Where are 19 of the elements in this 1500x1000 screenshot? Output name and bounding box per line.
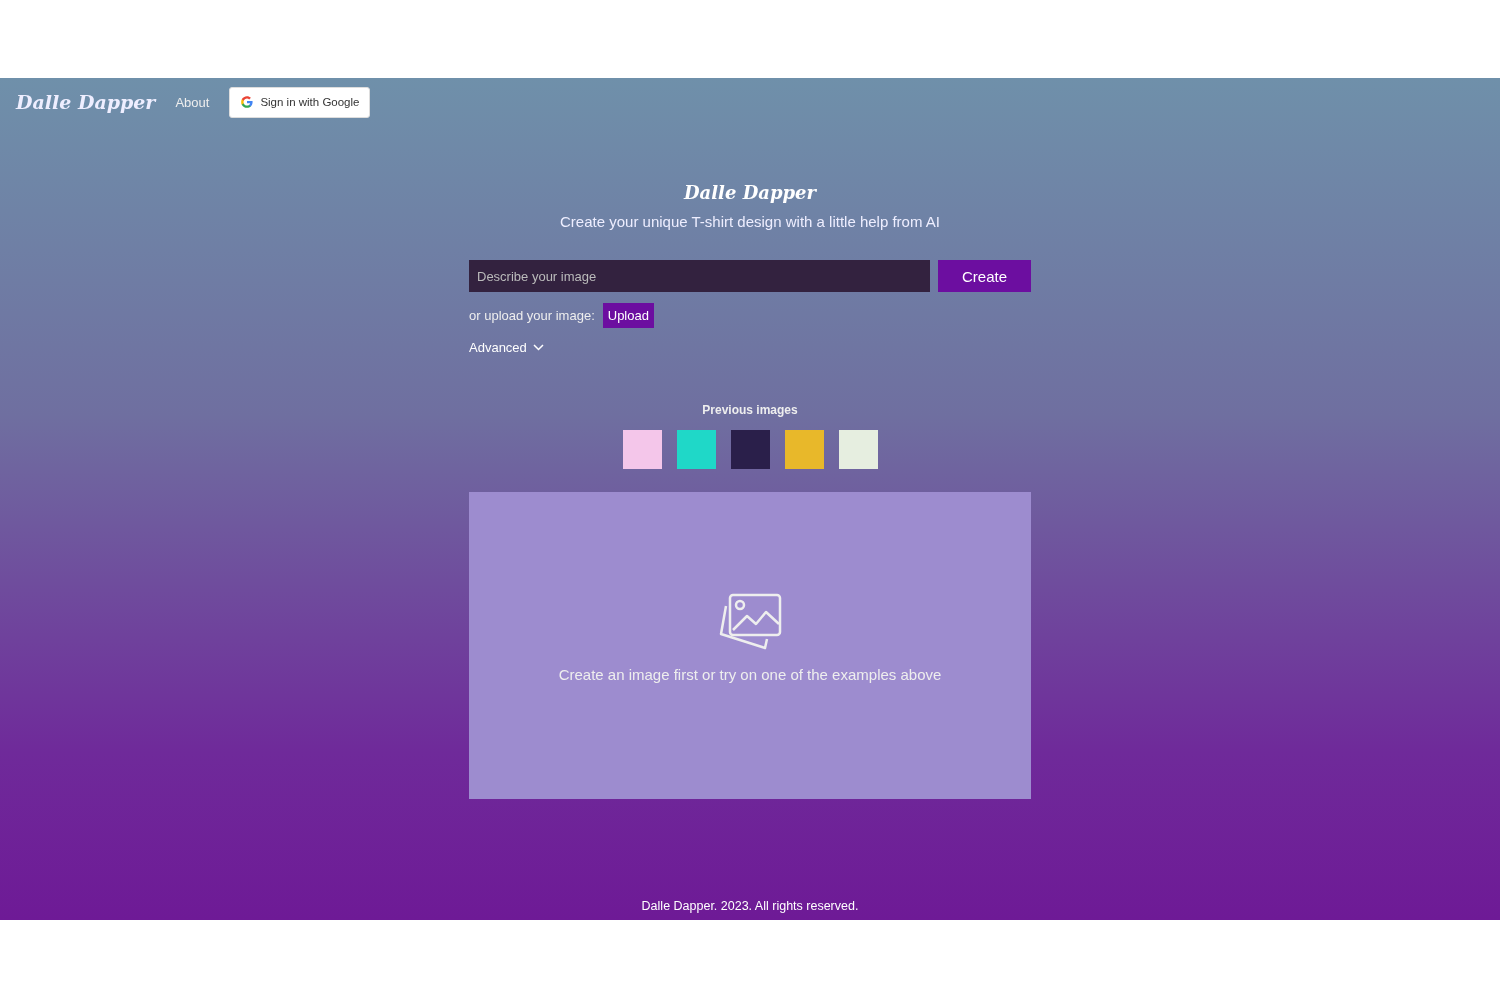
preview-message: Create an image first or try on one of the examples above: [558, 666, 942, 683]
advanced-toggle[interactable]: Advanced: [469, 340, 544, 355]
upload-label: or upload your image:: [469, 308, 595, 323]
prompt-input[interactable]: Describe your image: [469, 260, 930, 292]
hero-subtitle: Create your unique T-shirt design with a little help from AI: [560, 213, 940, 230]
hero-title: Dalle Dapper: [683, 182, 816, 203]
create-button[interactable]: Create: [938, 260, 1031, 292]
footer-text: Dalle Dapper. 2023. All rights reserved.: [641, 899, 859, 913]
chevron-icon: [532, 344, 544, 351]
image-icon: [718, 592, 782, 652]
photo-placeholder[interactable]: [784, 430, 824, 469]
photo-placeholder[interactable]: [676, 430, 716, 469]
photo-placeholder[interactable]: [838, 430, 878, 469]
section-title: Previous images: [702, 403, 798, 417]
upload-button[interactable]: Upload: [602, 303, 654, 328]
google-sign-in-button[interactable]: Sign in with Google: [229, 86, 371, 118]
photo-placeholder[interactable]: [730, 430, 770, 469]
google-g-icon: [240, 95, 255, 109]
photo-placeholder[interactable]: [622, 430, 662, 469]
